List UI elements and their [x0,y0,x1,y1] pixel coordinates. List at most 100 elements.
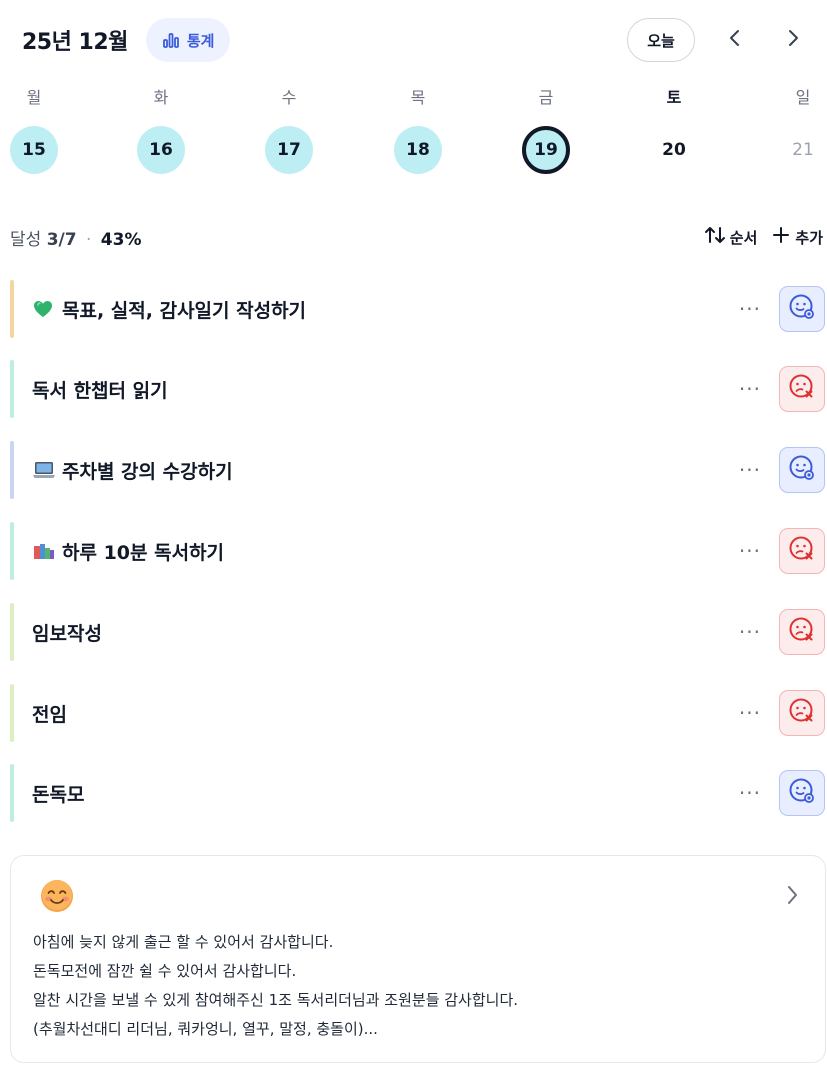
task-color-bar [10,360,14,418]
bar-chart-icon [162,31,180,49]
gratitude-line: 알찬 시간을 보낼 수 있게 참여해주신 1조 독서리더님과 조원분들 감사합니… [33,991,519,1009]
task-item[interactable]: 독서 한챕터 읽기 ··· [10,360,827,418]
month-title: 25년 12월 [22,30,128,55]
task-label: 임보작성 [32,622,102,645]
task-status-fail-button[interactable] [779,690,825,736]
task-color-bar [10,684,14,742]
task-label: 전임 [32,703,67,726]
task-more-button[interactable]: ··· [739,458,761,482]
task-title-row: 전임 [32,700,67,727]
day-number-selected[interactable]: 19 [522,126,570,174]
sort-button[interactable]: 순서 [704,225,758,249]
task-status-fail-button[interactable] [779,609,825,655]
achievement-summary: 달성 3/7 · 43% 순서 추가 [10,222,823,252]
sad-x-icon [787,615,817,649]
task-color-bar [10,603,14,661]
day-fri[interactable]: 금 19 [522,86,570,174]
plus-icon [771,225,791,249]
smile-check-icon [787,292,817,326]
task-item[interactable]: 목표, 실적, 감사일기 작성하기 ··· [10,280,827,338]
task-label: 독서 한챕터 읽기 [32,379,168,402]
task-item[interactable]: 주차별 강의 수강하기 ··· [10,441,827,499]
task-color-bar [10,441,14,499]
day-number[interactable]: 16 [137,126,185,174]
sad-x-icon [787,372,817,406]
day-number[interactable]: 18 [394,126,442,174]
separator: · [85,229,92,250]
gratitude-line: (추월차선대디 리더님, 쿼카엉니, 열꾸, 말정, 충돌이)... [33,1020,378,1038]
task-item[interactable]: 임보작성 ··· [10,603,827,661]
stats-label: 통계 [186,31,215,50]
prev-week-button[interactable] [717,18,753,62]
task-status-success-button[interactable] [779,770,825,816]
add-button[interactable]: 추가 [771,225,823,249]
task-status-success-button[interactable] [779,447,825,493]
week-strip: 월 15 화 16 수 17 목 18 금 19 토 20 일 21 [10,86,820,178]
task-more-button[interactable]: ··· [739,620,761,644]
task-title-row: 목표, 실적, 감사일기 작성하기 [32,296,306,323]
day-tue[interactable]: 화 16 [137,86,185,174]
task-more-button[interactable]: ··· [739,701,761,725]
task-item[interactable]: 전임 ··· [10,684,827,742]
gratitude-text: 아침에 늦지 않게 출근 할 수 있어서 감사합니다. 돈독모전에 잠깐 쉴 수… [33,928,803,1044]
task-status-fail-button[interactable] [779,366,825,412]
day-wed[interactable]: 수 17 [265,86,313,174]
day-number[interactable]: 20 [650,126,698,174]
sad-x-icon [787,534,817,568]
calendar-header: 25년 12월 통계 오늘 [22,18,811,62]
task-more-button[interactable]: ··· [739,377,761,401]
task-more-button[interactable]: ··· [739,297,761,321]
green-heart-icon [32,298,54,320]
day-name: 토 [666,88,682,107]
task-item[interactable]: 돈독모 ··· [10,764,827,822]
day-name: 목 [410,88,426,107]
task-label: 주차별 강의 수강하기 [62,460,233,483]
task-label: 목표, 실적, 감사일기 작성하기 [62,299,307,322]
achievement-label: 달성 [10,229,42,250]
gratitude-line: 아침에 늦지 않게 출근 할 수 있어서 감사합니다. [33,933,334,951]
task-color-bar [10,764,14,822]
day-name: 월 [26,88,42,107]
next-week-button[interactable] [775,18,811,62]
day-sun[interactable]: 일 21 [779,86,827,174]
task-title-row: 독서 한챕터 읽기 [32,376,168,403]
chevron-right-icon[interactable] [785,884,799,910]
add-label: 추가 [795,228,823,247]
task-status-fail-button[interactable] [779,528,825,574]
task-title-row: 임보작성 [32,619,102,646]
task-label: 돈독모 [32,783,85,806]
stats-button[interactable]: 통계 [145,18,231,62]
sad-x-icon [787,696,817,730]
smiling-face-icon [39,878,75,914]
task-title-row: 하루 10분 독서하기 [32,538,224,565]
chevron-right-icon [786,29,800,51]
smile-check-icon [787,776,817,810]
achievement-percent: 43% [100,229,142,250]
sort-label: 순서 [729,228,758,247]
task-title-row: 돈독모 [32,780,84,807]
day-thu[interactable]: 목 18 [394,86,442,174]
task-more-button[interactable]: ··· [739,539,761,563]
day-number[interactable]: 21 [779,126,827,174]
task-title-row: 주차별 강의 수강하기 [32,457,233,484]
day-number[interactable]: 17 [265,126,313,174]
gratitude-line: 돈독모전에 잠깐 쉴 수 있어서 감사합니다. [33,962,297,980]
task-item[interactable]: 하루 10분 독서하기 ··· [10,522,827,580]
day-mon[interactable]: 월 15 [10,86,58,174]
task-status-success-button[interactable] [779,286,825,332]
task-more-button[interactable]: ··· [739,781,761,805]
task-label: 하루 10분 독서하기 [62,541,225,564]
gratitude-journal-card[interactable]: 아침에 늦지 않게 출근 할 수 있어서 감사합니다. 돈독모전에 잠깐 쉴 수… [10,855,826,1063]
day-name: 금 [538,88,554,107]
achievement-text: 달성 3/7 · 43% [10,225,141,250]
achievement-fraction: 3/7 [46,229,77,250]
day-number[interactable]: 15 [10,126,58,174]
day-sat[interactable]: 토 20 [650,86,698,174]
books-icon [32,540,54,562]
day-name: 수 [281,88,297,107]
day-name: 화 [153,88,169,107]
chevron-left-icon [728,29,742,51]
today-button[interactable]: 오늘 [627,18,695,62]
smile-check-icon [787,453,817,487]
task-color-bar [10,522,14,580]
